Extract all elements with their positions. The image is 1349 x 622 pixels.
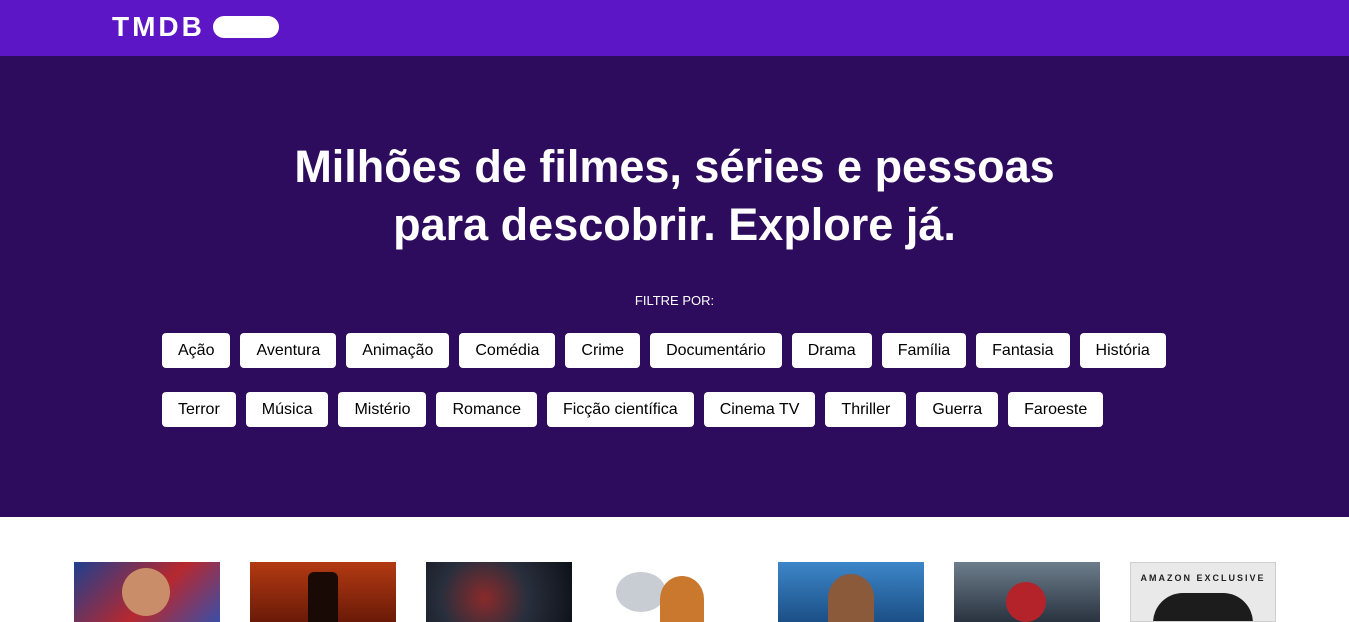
genre-chip-animacao[interactable]: Animação xyxy=(346,333,450,368)
filter-label: FILTRE POR: xyxy=(634,293,715,308)
tmdb-logo[interactable]: TMDB xyxy=(112,12,279,42)
genre-chip-comedia[interactable]: Comédia xyxy=(459,333,556,368)
genre-row-1: Ação Aventura Animação Comédia Crime Doc… xyxy=(162,333,1166,368)
movie-posters-row: AMAZON EXCLUSIVE xyxy=(74,562,1276,622)
hero-title-line-1: Milhões de filmes, séries e pessoas xyxy=(294,141,1055,192)
hero-section: Milhões de filmes, séries e pessoas para… xyxy=(0,56,1349,517)
genre-row-2: Terror Música Mistério Romance Ficção ci… xyxy=(162,392,1104,427)
genre-chip-crime[interactable]: Crime xyxy=(565,333,641,368)
top-navbar: TMDB xyxy=(0,0,1349,56)
genre-chip-misterio[interactable]: Mistério xyxy=(338,392,427,427)
genre-chip-aventura[interactable]: Aventura xyxy=(240,333,337,368)
movie-poster-2[interactable] xyxy=(250,562,396,622)
genre-chip-thriller[interactable]: Thriller xyxy=(825,392,907,427)
genre-chip-ficcao-cientifica[interactable]: Ficção científica xyxy=(546,392,694,427)
logo-text: TMDB xyxy=(112,11,205,42)
poster-badge-label: AMAZON EXCLUSIVE xyxy=(1140,573,1266,583)
movie-poster-3[interactable] xyxy=(426,562,572,622)
movie-poster-6[interactable] xyxy=(954,562,1100,622)
movie-poster-4[interactable] xyxy=(602,562,748,622)
genre-chip-faroeste[interactable]: Faroeste xyxy=(1008,392,1104,427)
genre-chip-acao[interactable]: Ação xyxy=(162,333,231,368)
movie-poster-1[interactable] xyxy=(74,562,220,622)
logo-pill-icon xyxy=(212,16,279,38)
genre-chip-historia[interactable]: História xyxy=(1079,333,1166,368)
genre-chip-fantasia[interactable]: Fantasia xyxy=(976,333,1070,368)
genre-chip-documentario[interactable]: Documentário xyxy=(650,333,782,368)
hero-title: Milhões de filmes, séries e pessoas para… xyxy=(0,138,1349,254)
genre-chip-romance[interactable]: Romance xyxy=(436,392,537,427)
genre-chip-guerra[interactable]: Guerra xyxy=(916,392,999,427)
movie-poster-7[interactable]: AMAZON EXCLUSIVE xyxy=(1130,562,1276,622)
genre-chip-drama[interactable]: Drama xyxy=(791,333,872,368)
movie-poster-5[interactable] xyxy=(778,562,924,622)
genre-chip-familia[interactable]: Família xyxy=(881,333,967,368)
genre-chip-terror[interactable]: Terror xyxy=(162,392,236,427)
genre-chip-cinema-tv[interactable]: Cinema TV xyxy=(703,392,816,427)
genre-chip-musica[interactable]: Música xyxy=(245,392,329,427)
hero-title-line-2: para descobrir. Explore já. xyxy=(393,199,956,250)
